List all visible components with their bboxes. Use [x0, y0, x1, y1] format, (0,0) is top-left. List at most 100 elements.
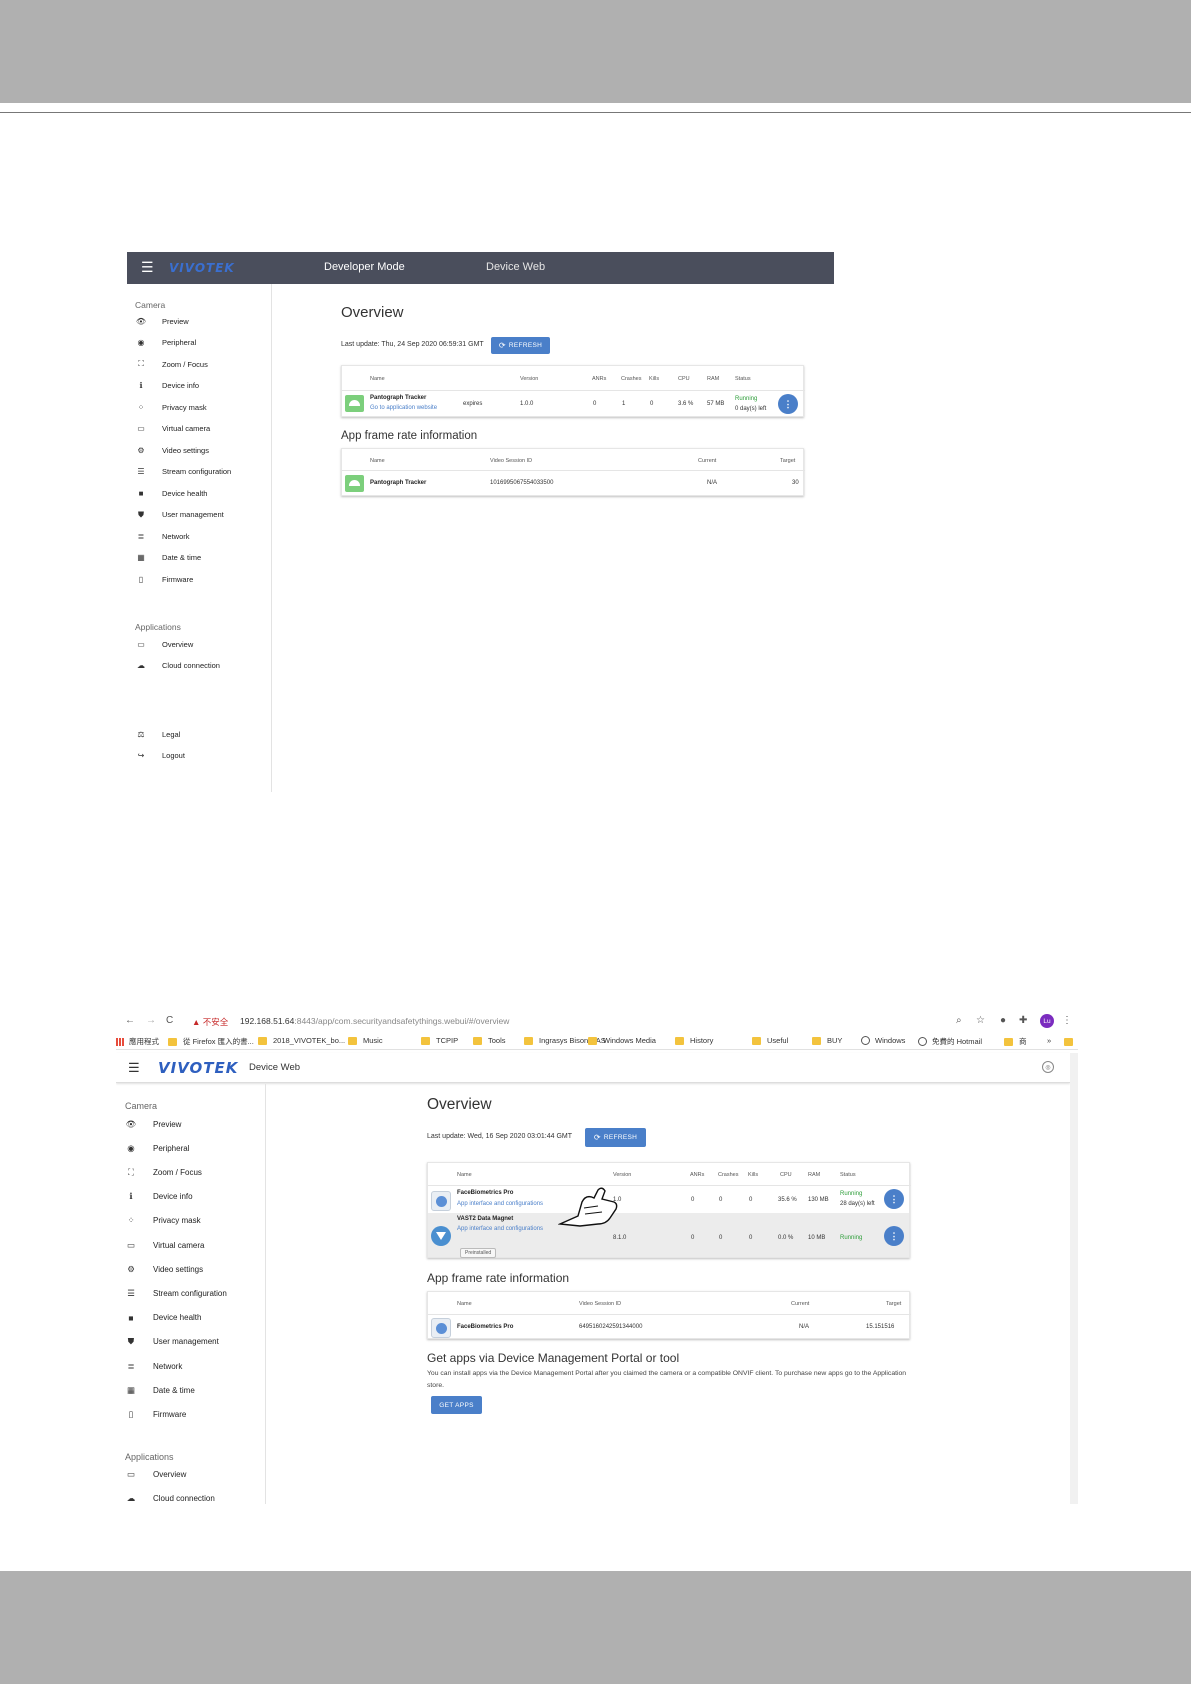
- fr-header-name: Name: [457, 1301, 472, 1307]
- sidebar-item-zoom-focus[interactable]: ⛶ Zoom / Focus: [135, 357, 270, 371]
- sidebar-item-label: Privacy mask: [153, 1216, 201, 1226]
- bookmark-item[interactable]: BUY: [812, 1036, 842, 1045]
- folder-icon: [1064, 1037, 1073, 1046]
- sidebar-item-overview[interactable]: ▭ Overview: [125, 1466, 265, 1482]
- sidebar-item-label: Zoom / Focus: [162, 359, 208, 369]
- sidebar-item-virtual-camera[interactable]: ▭ Virtual camera: [125, 1237, 265, 1253]
- sidebar-item-label: Firmware: [162, 574, 194, 584]
- sidebar-item-date-time[interactable]: ▦ Date & time: [125, 1382, 265, 1398]
- sidebar-item-virtual-camera[interactable]: ▭ Virtual camera: [135, 422, 270, 436]
- sidebar-item-date-time[interactable]: ▦ Date & time: [135, 551, 270, 565]
- app-more-menu-button[interactable]: ⋮: [884, 1189, 904, 1209]
- bookmark-label: Useful: [767, 1036, 789, 1045]
- video-camera-icon: ■: [128, 1312, 134, 1323]
- sidebar-item-preview[interactable]: 👁 Preview: [135, 314, 270, 328]
- sidebar-item-label: Preview: [162, 316, 189, 326]
- sidebar-item-firmware[interactable]: ▯ Firmware: [125, 1406, 265, 1422]
- sidebar-item-device-info[interactable]: ℹ Device info: [125, 1189, 265, 1205]
- app-name: Pantograph Tracker: [370, 395, 427, 401]
- forward-arrow-icon[interactable]: →: [146, 1015, 156, 1026]
- bookmark-item[interactable]: »: [1047, 1036, 1051, 1045]
- fr-header-target: Target: [886, 1301, 902, 1307]
- sidebar-item-video-settings[interactable]: ⚙ Video settings: [135, 443, 270, 457]
- virtual-camera-icon: ▭: [126, 1239, 136, 1250]
- bookmark-item[interactable]: Music: [348, 1036, 383, 1045]
- bookmark-item[interactable]: 商: [1004, 1036, 1027, 1047]
- url-path: :8443/app/com.securityandsafetythings.we…: [294, 1016, 510, 1026]
- page-footer-band: [0, 1571, 1191, 1684]
- folder-icon: [348, 1036, 357, 1045]
- sidebar-item-preview[interactable]: 👁 Preview: [125, 1116, 265, 1132]
- sidebar-item-privacy-mask[interactable]: ⁘ Privacy mask: [135, 400, 270, 414]
- sidebar-item-stream-configuration[interactable]: ☰ Stream configuration: [125, 1285, 265, 1301]
- sidebar-item-user-management[interactable]: ⛊ User management: [125, 1334, 265, 1350]
- sidebar-item-stream-configuration[interactable]: ☰ Stream configuration: [135, 465, 270, 479]
- sidebar-item-peripheral[interactable]: ◉ Peripheral: [135, 336, 270, 350]
- app-more-menu-button[interactable]: ⋮: [778, 394, 798, 414]
- sidebar-item-overview[interactable]: ▭ Overview: [135, 637, 270, 651]
- extension-circle-icon[interactable]: ●: [1000, 1015, 1006, 1026]
- sidebar-item-label: Cloud connection: [162, 661, 220, 670]
- more-vert-icon: ⋮: [889, 1193, 899, 1204]
- app-interface-link[interactable]: App interface and configurations: [457, 1201, 543, 1207]
- header-rule: [0, 112, 1191, 113]
- sidebar-item-label: Stream configuration: [153, 1288, 227, 1298]
- bookmark-item[interactable]: Windows Media: [588, 1036, 656, 1045]
- app-more-menu-button[interactable]: ⋮: [884, 1226, 904, 1246]
- star-bookmark-icon[interactable]: ☆: [976, 1015, 985, 1026]
- fr-header-target: Target: [780, 458, 796, 464]
- account-icon[interactable]: ◎: [1042, 1061, 1054, 1073]
- refresh-label: REFRESH: [603, 1134, 638, 1141]
- sidebar-item-cloud-connection[interactable]: ☁ Cloud connection: [125, 1490, 265, 1504]
- sidebar-item-video-settings[interactable]: ⚙ Video settings: [125, 1261, 265, 1277]
- top-bar: ☰ VIVOTEK Developer Mode Device Web: [127, 252, 834, 284]
- sidebar-item-peripheral[interactable]: ◉ Peripheral: [125, 1140, 265, 1156]
- bookmark-item[interactable]: Tools: [473, 1036, 506, 1045]
- profile-avatar[interactable]: Lu: [1040, 1014, 1054, 1028]
- app-status: Running: [735, 396, 758, 402]
- refresh-button[interactable]: ⟳ REFRESH: [491, 337, 550, 354]
- bookmark-item[interactable]: 從 Firefox 匯入的書...: [168, 1036, 254, 1047]
- sidebar-item-legal[interactable]: ⚖ Legal: [135, 727, 270, 741]
- hamburger-menu-icon[interactable]: ☰: [128, 1060, 140, 1076]
- bookmark-item[interactable]: 免費的 Hotmail: [918, 1036, 982, 1047]
- sidebar-item-device-info[interactable]: ℹ Device info: [135, 379, 270, 393]
- search-icon[interactable]: ⌕: [956, 1015, 962, 1026]
- sidebar-item-user-management[interactable]: ⛊ User management: [135, 508, 270, 522]
- back-arrow-icon[interactable]: ←: [125, 1015, 135, 1026]
- hamburger-menu-icon[interactable]: ☰: [141, 260, 154, 274]
- get-apps-button[interactable]: GET APPS: [431, 1396, 482, 1414]
- bookmark-item[interactable]: 2018_VIVOTEK_bo...: [258, 1036, 345, 1045]
- col-header-version: Version: [613, 1172, 632, 1178]
- sidebar-item-zoom-focus[interactable]: ⛶ Zoom / Focus: [125, 1164, 265, 1180]
- col-header-anrs: ANRs: [690, 1172, 705, 1178]
- sidebar-item-firmware[interactable]: ▯ Firmware: [135, 572, 270, 586]
- sidebar-item-label: Device health: [162, 488, 208, 498]
- browser-menu-icon[interactable]: ⋮: [1062, 1015, 1072, 1026]
- url-field[interactable]: 192.168.51.64:8443/app/com.securityandsa…: [240, 1016, 509, 1026]
- sidebar-item-logout[interactable]: ↪ Logout: [135, 749, 270, 763]
- bookmark-item[interactable]: 其他書籤: [1064, 1036, 1078, 1047]
- bookmark-item[interactable]: Windows: [861, 1036, 905, 1045]
- app-interface-link[interactable]: App interface and configurations: [457, 1226, 543, 1232]
- bookmark-item[interactable]: Useful: [752, 1036, 788, 1045]
- sidebar-item-privacy-mask[interactable]: ⁘ Privacy mask: [125, 1213, 265, 1229]
- bookmark-label: »: [1047, 1036, 1052, 1045]
- bookmark-item[interactable]: 應用程式: [116, 1036, 159, 1047]
- sidebar: Camera 👁 Preview ◉ Peripheral ⛶ Zoom / Focus ℹ…: [116, 1084, 266, 1504]
- bookmark-item[interactable]: History: [675, 1036, 713, 1045]
- reload-icon[interactable]: C: [166, 1015, 173, 1026]
- eye-icon: 👁: [125, 1118, 137, 1129]
- sidebar-item-device-health[interactable]: ■ Device health: [125, 1310, 265, 1326]
- refresh-button[interactable]: ⟳ REFRESH: [585, 1128, 646, 1147]
- sidebar-item-network[interactable]: ≣ Network: [125, 1358, 265, 1374]
- puzzle-extensions-icon[interactable]: ✚: [1019, 1015, 1027, 1026]
- sidebar-item-cloud-connection[interactable]: ☁ Cloud connection: [135, 659, 270, 673]
- scrollbar[interactable]: [1070, 1053, 1078, 1504]
- bookmark-item[interactable]: TCPIP: [421, 1036, 458, 1045]
- col-header-status: Status: [840, 1172, 856, 1178]
- sidebar-item-network[interactable]: ≣ Network: [135, 529, 270, 543]
- app-website-link[interactable]: Go to application website: [370, 405, 437, 411]
- sidebar-item-device-health[interactable]: ■ Device health: [135, 486, 270, 500]
- not-secure-warning[interactable]: ▲ 不安全: [192, 1016, 228, 1028]
